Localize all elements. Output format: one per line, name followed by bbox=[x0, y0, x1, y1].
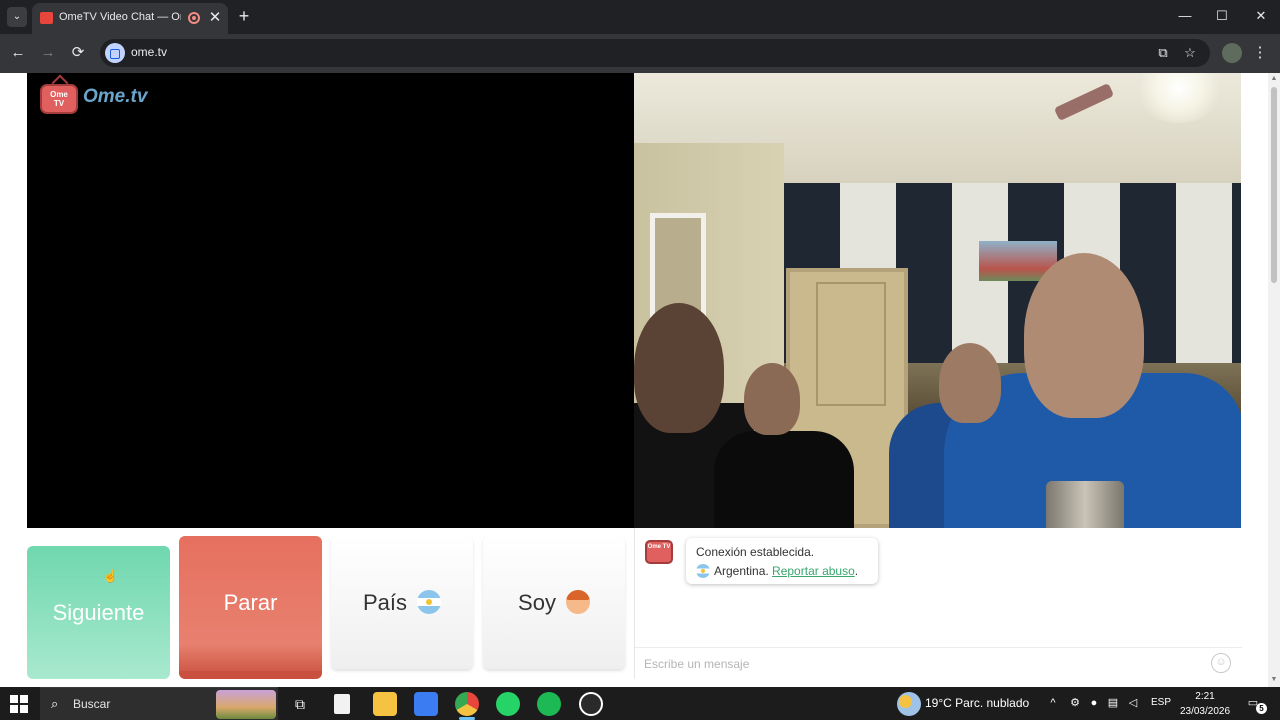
language-indicator[interactable]: ESP bbox=[1151, 697, 1171, 708]
spotify-icon[interactable] bbox=[537, 692, 561, 716]
mouse-cursor-icon: ☝ bbox=[103, 569, 118, 583]
active-tab[interactable]: OmeTV Video Chat — Ome ✕ bbox=[32, 3, 228, 34]
country-button[interactable]: País bbox=[331, 536, 473, 669]
scroll-thumb[interactable] bbox=[1271, 87, 1277, 283]
person bbox=[1024, 253, 1144, 418]
chrome-icon[interactable] bbox=[455, 692, 479, 716]
tab-close-button[interactable]: ✕ bbox=[206, 9, 224, 27]
url-text: ome.tv bbox=[131, 45, 168, 59]
ometv-logo[interactable]: Ome TV Ome.tv bbox=[40, 80, 155, 116]
search-highlight-image bbox=[216, 690, 276, 719]
ometv-avatar-icon: Ome TV bbox=[645, 540, 673, 564]
tab-search-button[interactable]: ⌄ bbox=[7, 7, 27, 27]
person bbox=[939, 343, 1001, 423]
forward-button[interactable]: → bbox=[37, 42, 59, 64]
chat-input-bar: ☺ bbox=[635, 647, 1242, 679]
logo-text: Ome.tv bbox=[83, 86, 148, 107]
tv-logo-icon: Ome TV bbox=[40, 84, 78, 114]
gender-button[interactable]: Soy bbox=[483, 536, 625, 669]
message-input[interactable] bbox=[644, 654, 1184, 674]
show-hidden-icons-icon[interactable]: ^ bbox=[1046, 696, 1060, 710]
profile-avatar[interactable] bbox=[1222, 43, 1242, 63]
argentina-flag-icon bbox=[417, 590, 442, 615]
bookmark-star-icon[interactable]: ☆ bbox=[1180, 43, 1200, 63]
recording-indicator-icon bbox=[188, 12, 200, 24]
browser-toolbar: ← → ⟳ ome.tv ⧉ ☆ ⋮ bbox=[0, 34, 1280, 73]
network-icon[interactable]: ▤ bbox=[1106, 696, 1120, 710]
maximize-button[interactable]: ☐ bbox=[1207, 4, 1237, 28]
settings-tray-icon[interactable]: ⚙ bbox=[1068, 696, 1082, 710]
microsoft-store-icon[interactable] bbox=[414, 692, 438, 716]
windows-taskbar: ⌕ Buscar ⧉ 19°C Parc. nublado ^ ⚙ ● ▤ ◁ … bbox=[0, 687, 1280, 720]
microphone-icon[interactable]: ● bbox=[1087, 696, 1101, 710]
task-view-icon[interactable]: ⧉ bbox=[288, 692, 312, 716]
person bbox=[634, 303, 724, 433]
connection-status-text: Conexión establecida. bbox=[696, 545, 815, 559]
page-scrollbar[interactable]: ▲ ▼ bbox=[1268, 73, 1280, 687]
ometv-favicon-icon bbox=[40, 12, 53, 24]
argentina-flag-icon bbox=[696, 563, 710, 578]
metal-cup bbox=[1046, 481, 1124, 528]
boy-face-icon bbox=[565, 590, 590, 615]
search-placeholder: Buscar bbox=[73, 697, 111, 711]
clock-date: 23/03/2026 bbox=[1179, 706, 1231, 717]
site-info-icon[interactable] bbox=[105, 43, 125, 63]
search-icon: ⌕ bbox=[51, 696, 59, 711]
country-text: Argentina. bbox=[714, 564, 769, 578]
minimize-button[interactable]: — bbox=[1170, 4, 1200, 28]
back-button[interactable]: ← bbox=[7, 42, 29, 64]
address-bar[interactable]: ome.tv ⧉ ☆ bbox=[100, 39, 1210, 67]
chat-panel: Ome TV Conexión establecida. Argentina. … bbox=[634, 528, 1242, 679]
window-close-button[interactable]: ✕ bbox=[1246, 4, 1276, 28]
emoji-icon[interactable]: ☺ bbox=[1211, 653, 1231, 673]
obs-icon[interactable] bbox=[579, 692, 603, 716]
weather-text[interactable]: 19°C Parc. nublado bbox=[925, 696, 1029, 710]
install-app-icon[interactable]: ⧉ bbox=[1153, 43, 1173, 63]
windows-start-icon[interactable] bbox=[10, 695, 28, 713]
system-message: Conexión establecida. Argentina. Reporta… bbox=[686, 538, 878, 584]
person bbox=[744, 363, 800, 435]
taskbar-search[interactable]: ⌕ Buscar bbox=[40, 687, 278, 720]
clock-time: 2:21 bbox=[1195, 691, 1215, 702]
remote-video bbox=[634, 73, 1241, 528]
local-video: Ome TV Ome.tv bbox=[27, 73, 634, 528]
new-tab-button[interactable]: + bbox=[234, 6, 254, 26]
whatsapp-icon[interactable] bbox=[496, 692, 520, 716]
reload-button[interactable]: ⟳ bbox=[67, 42, 89, 64]
tab-title: OmeTV Video Chat — Ome bbox=[59, 11, 181, 23]
scroll-up-icon[interactable]: ▲ bbox=[1270, 75, 1278, 83]
report-abuse-link[interactable]: Reportar abuso bbox=[772, 564, 855, 578]
stop-button[interactable]: Parar bbox=[179, 536, 322, 679]
document-icon[interactable] bbox=[334, 694, 350, 714]
notification-count: 5 bbox=[1256, 703, 1267, 714]
ometv-page: Ome TV Ome.tv Siguiente Parar País Soy ☝… bbox=[0, 73, 1280, 687]
scroll-down-icon[interactable]: ▼ bbox=[1270, 676, 1278, 684]
browser-tab-bar: ⌄ OmeTV Video Chat — Ome ✕ + — ☐ ✕ bbox=[0, 0, 1280, 34]
clock[interactable]: 2:21 23/03/2026 bbox=[1176, 689, 1234, 719]
next-button[interactable]: Siguiente bbox=[27, 546, 170, 679]
file-explorer-icon[interactable] bbox=[373, 692, 397, 716]
browser-menu-icon[interactable]: ⋮ bbox=[1252, 42, 1268, 64]
volume-icon[interactable]: ◁ bbox=[1126, 696, 1140, 710]
weather-icon[interactable] bbox=[897, 692, 921, 716]
